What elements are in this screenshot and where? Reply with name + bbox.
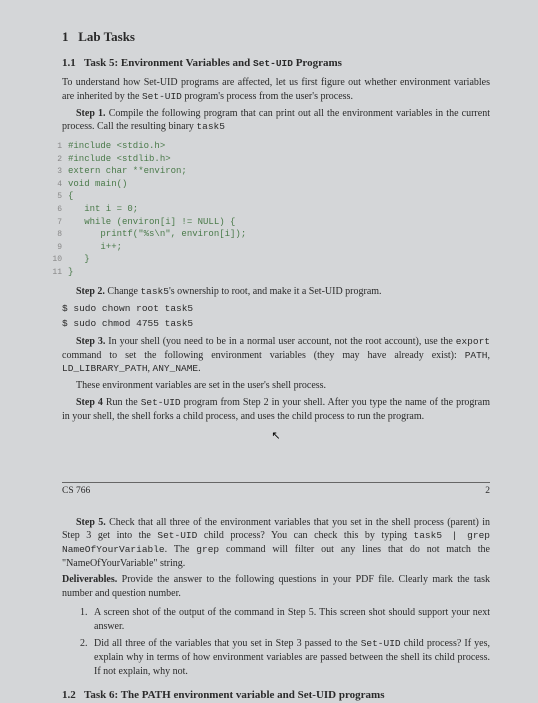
page-footer: CS 766 2 (62, 482, 490, 498)
sec1-title: Lab Tasks (78, 29, 135, 44)
intro-paragraph: To understand how Set-UID programs are a… (62, 76, 490, 103)
step3-paragraph: Step 3. In your shell (you need to be in… (62, 335, 490, 376)
step2-paragraph: Step 2. Change task5's ownership to root… (62, 285, 490, 299)
shell-commands: $ sudo chown root task5 $ sudo chmod 475… (62, 302, 490, 331)
section-1-heading: 1 Lab Tasks (62, 28, 490, 46)
list-item: 2. Did all three of the variables that y… (80, 637, 490, 678)
section-1-1-heading: 1.1 Task 5: Environment Variables and Se… (62, 56, 490, 71)
deliv-label: Deliverables. (62, 574, 117, 585)
deliverables-paragraph: Deliverables. Provide the answer to the … (62, 573, 490, 600)
sec12-num: 1.2 (62, 689, 76, 701)
footer-left: CS 766 (62, 485, 90, 498)
sec12-title: Task 6: The PATH environment variable an… (84, 689, 385, 701)
code-listing: 1#include <stdio.h> 2#include <stdlib.h>… (48, 140, 490, 279)
question-list: 1. A screen shot of the output of the co… (80, 606, 490, 678)
step4-label: Step 4 (76, 397, 103, 408)
step2-label: Step 2. (76, 286, 105, 297)
sec11-title: Task 5: Environment Variables and (84, 57, 250, 69)
list-item: 1. A screen shot of the output of the co… (80, 606, 490, 633)
step3b-paragraph: These environment variables are set in t… (62, 379, 490, 393)
section-1-2-heading: 1.2 Task 6: The PATH environment variabl… (62, 688, 490, 703)
cmd1: $ sudo chown root task5 (62, 302, 490, 316)
step3-label: Step 3. (76, 336, 105, 347)
cmd2: $ sudo chmod 4755 task5 (62, 317, 490, 331)
sec1-num: 1 (62, 29, 69, 44)
step5-label: Step 5. (76, 517, 106, 528)
sec11-end: Programs (293, 57, 342, 69)
cursor-pointer: ↖ (62, 429, 490, 444)
step4-paragraph: Step 4 Run the Set-UID program from Step… (62, 396, 490, 423)
footer-right: 2 (485, 485, 490, 498)
sec11-tt: Set-UID (253, 58, 293, 69)
step1-label: Step 1. (76, 108, 106, 119)
sec11-num: 1.1 (62, 57, 76, 69)
step1-paragraph: Step 1. Compile the following program th… (62, 107, 490, 134)
step5-paragraph: Step 5. Check that all three of the envi… (62, 516, 490, 571)
